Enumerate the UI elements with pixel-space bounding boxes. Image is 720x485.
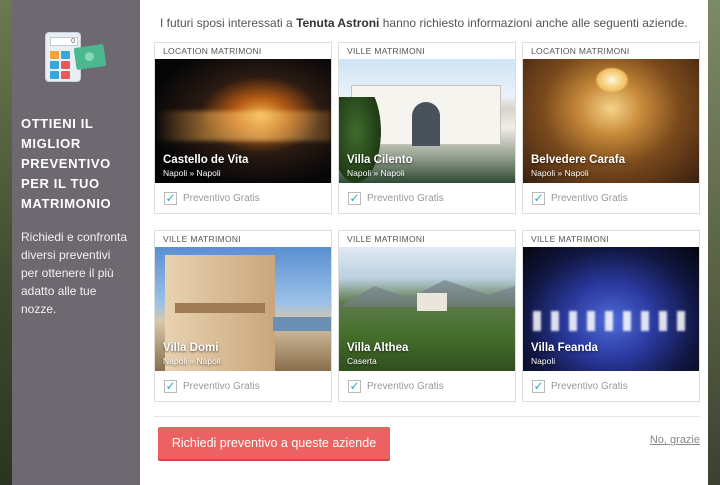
- venue-location: Napoli: [531, 356, 556, 366]
- sidebar-headline: OTTIENI IL MIGLIOR PREVENTIVO PER IL TUO…: [21, 116, 112, 211]
- checkbox-label: Preventivo Gratis: [551, 380, 628, 392]
- venue-location: Caserta: [347, 356, 377, 366]
- quote-checkbox-row[interactable]: ✓ Preventivo Gratis: [523, 371, 699, 401]
- venue-name: Villa Domi: [163, 342, 219, 354]
- request-quote-button[interactable]: Richiedi preventivo a queste aziende: [158, 427, 390, 459]
- dismiss-link[interactable]: No, grazie: [650, 434, 700, 446]
- venue-card: VILLE MATRIMONI Villa Domi Napoli » Napo…: [154, 230, 332, 402]
- venue-card: LOCATION MATRIMONI Belvedere Carafa Napo…: [522, 42, 700, 214]
- venue-card: VILLE MATRIMONI Villa Cilento Napoli » N…: [338, 42, 516, 214]
- checkbox-checked-icon[interactable]: ✓: [348, 379, 361, 393]
- background-page-left: [0, 0, 12, 485]
- intro-text: I futuri sposi interessati a Tenuta Astr…: [154, 16, 700, 36]
- checkbox-checked-icon[interactable]: ✓: [164, 379, 177, 393]
- venue-photo: Villa Feanda Napoli: [523, 247, 699, 371]
- venue-card: LOCATION MATRIMONI Castello de Vita Napo…: [154, 42, 332, 214]
- intro-prefix: I futuri sposi interessati a: [160, 16, 297, 30]
- quote-checkbox-row[interactable]: ✓ Preventivo Gratis: [155, 371, 331, 401]
- venue-card: VILLE MATRIMONI Villa Feanda Napoli ✓ Pr…: [522, 230, 700, 402]
- venue-category: VILLE MATRIMONI: [163, 234, 242, 244]
- quote-checkbox-row[interactable]: ✓ Preventivo Gratis: [523, 183, 699, 213]
- quote-checkbox-row[interactable]: ✓ Preventivo Gratis: [339, 371, 515, 401]
- venue-location: Napoli » Napoli: [347, 168, 405, 178]
- venue-name: Villa Cilento: [347, 154, 413, 166]
- checkbox-checked-icon[interactable]: ✓: [164, 191, 177, 205]
- checkbox-label: Preventivo Gratis: [551, 192, 628, 204]
- footer-divider: [154, 416, 700, 417]
- venue-category: LOCATION MATRIMONI: [531, 46, 630, 56]
- checkbox-label: Preventivo Gratis: [367, 380, 444, 392]
- checkbox-label: Preventivo Gratis: [183, 192, 260, 204]
- venue-location: Napoli » Napoli: [163, 356, 221, 366]
- venue-category: VILLE MATRIMONI: [347, 234, 426, 244]
- venue-name: Villa Althea: [347, 342, 409, 354]
- venue-photo: Villa Domi Napoli » Napoli: [155, 247, 331, 371]
- background-page-right: [708, 0, 720, 485]
- venue-photo: Belvedere Carafa Napoli » Napoli: [523, 59, 699, 183]
- venue-location: Napoli » Napoli: [163, 168, 221, 178]
- sidebar-description: Richiedi e confronta diversi preventivi …: [21, 230, 128, 316]
- venue-location: Napoli » Napoli: [531, 168, 589, 178]
- venue-grid: LOCATION MATRIMONI Castello de Vita Napo…: [154, 42, 700, 402]
- modal-sidebar: 0 OTTIENI IL MIGLIOR PREVENTIVO PER IL T…: [12, 0, 140, 485]
- venue-photo: Villa Althea Caserta: [339, 247, 515, 371]
- venue-category: VILLE MATRIMONI: [531, 234, 610, 244]
- venue-photo: Villa Cilento Napoli » Napoli: [339, 59, 515, 183]
- intro-suffix: hanno richiesto informazioni anche alle …: [379, 16, 688, 30]
- venue-category: LOCATION MATRIMONI: [163, 46, 262, 56]
- checkbox-label: Preventivo Gratis: [183, 380, 260, 392]
- checkbox-label: Preventivo Gratis: [367, 192, 444, 204]
- quote-checkbox-row[interactable]: ✓ Preventivo Gratis: [339, 183, 515, 213]
- venue-photo: Castello de Vita Napoli » Napoli: [155, 59, 331, 183]
- calculator-money-icon: 0: [45, 32, 107, 92]
- checkbox-checked-icon[interactable]: ✓: [532, 379, 545, 393]
- quote-checkbox-row[interactable]: ✓ Preventivo Gratis: [155, 183, 331, 213]
- venue-card: VILLE MATRIMONI Villa Althea Caserta ✓ P…: [338, 230, 516, 402]
- venue-name: Castello de Vita: [163, 154, 249, 166]
- venue-category: VILLE MATRIMONI: [347, 46, 426, 56]
- venue-name: Villa Feanda: [531, 342, 598, 354]
- money-icon: [73, 44, 107, 70]
- intro-venue: Tenuta Astroni: [296, 16, 380, 30]
- checkbox-checked-icon[interactable]: ✓: [348, 191, 361, 205]
- modal-main: I futuri sposi interessati a Tenuta Astr…: [140, 0, 708, 485]
- venue-name: Belvedere Carafa: [531, 154, 625, 166]
- quote-modal: 0 OTTIENI IL MIGLIOR PREVENTIVO PER IL T…: [12, 0, 708, 485]
- checkbox-checked-icon[interactable]: ✓: [532, 191, 545, 205]
- calculator-screen: 0: [50, 37, 78, 46]
